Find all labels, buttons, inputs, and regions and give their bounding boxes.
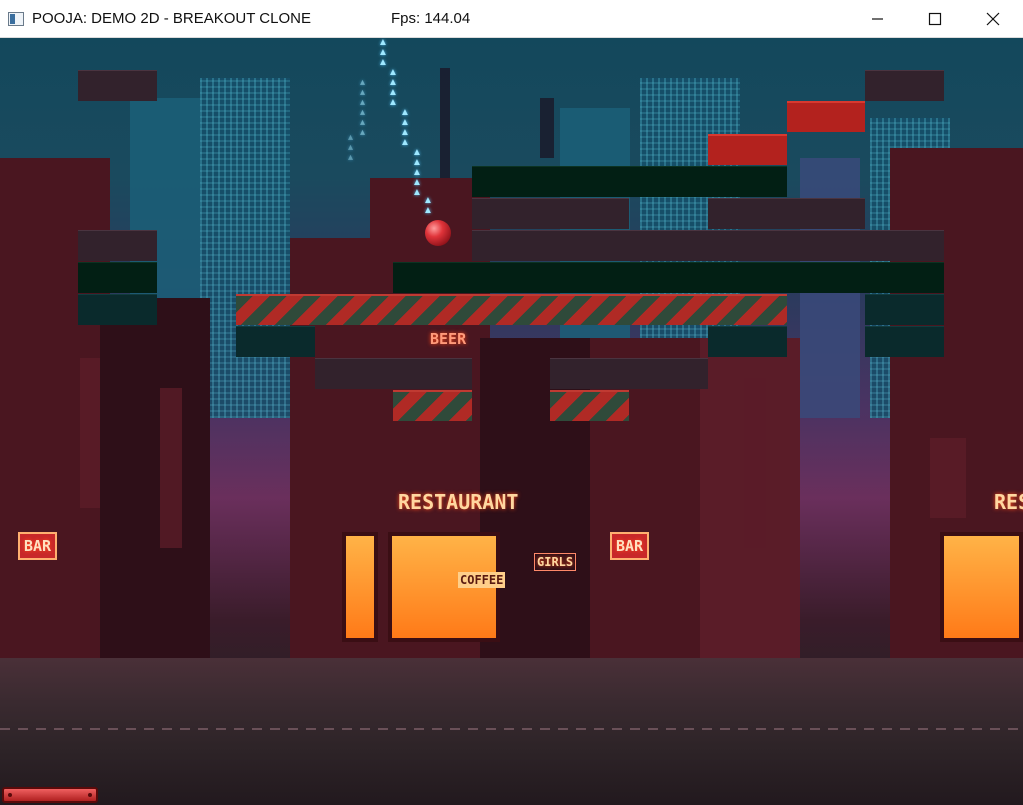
brick: [393, 262, 944, 293]
ball-trail: ▲ ▲ ▲ ▲ ▲: [412, 147, 422, 198]
minimize-button[interactable]: [849, 0, 907, 38]
brick: [865, 70, 944, 101]
window-title: POOJA: DEMO 2D - BREAKOUT CLONE: [32, 10, 311, 27]
brick-solid: [393, 390, 472, 421]
bar-sign-right: BAR: [610, 532, 650, 560]
brick: [708, 198, 865, 229]
ball-trail: ▲ ▲ ▲ ▲: [400, 107, 410, 148]
brick: [708, 326, 787, 357]
street: [0, 658, 1023, 805]
window-titlebar: POOJA: DEMO 2D - BREAKOUT CLONE Fps: 144…: [0, 0, 1023, 38]
brick: [865, 326, 944, 357]
rest-sign-partial: RES: [994, 490, 1023, 514]
bar-sign-left: BAR: [18, 532, 58, 560]
brick: [472, 230, 944, 261]
brick: [78, 262, 157, 293]
brick: [472, 198, 629, 229]
brick: [708, 134, 787, 165]
app-icon: [8, 12, 24, 26]
brick: [236, 326, 315, 357]
brick-solid: [236, 294, 787, 325]
ball: [425, 220, 451, 246]
city-background: RESTAURANT BAR BAR BEER GIRLS COFFEE RES: [0, 38, 1023, 805]
brick: [315, 358, 472, 389]
brick: [787, 101, 865, 132]
fps-counter: Fps: 144.04: [391, 10, 471, 27]
ball-trail: ▲ ▲ ▲: [378, 38, 388, 68]
ball-trail: ▴ ▴ ▴ ▴ ▴ ▴: [360, 77, 366, 138]
ball-trail: ▴ ▴ ▴: [348, 132, 354, 163]
brick-solid: [550, 390, 629, 421]
close-icon: [986, 12, 1000, 26]
ball-trail: ▲ ▲: [423, 195, 433, 216]
brick: [78, 70, 157, 101]
game-viewport[interactable]: RESTAURANT BAR BAR BEER GIRLS COFFEE RES…: [0, 38, 1023, 805]
girls-sign: GIRLS: [534, 553, 577, 571]
maximize-button[interactable]: [906, 0, 964, 38]
close-button[interactable]: [964, 0, 1022, 38]
brick: [472, 166, 787, 197]
minimize-icon: [872, 18, 883, 20]
coffee-sign: COFFEE: [458, 572, 506, 588]
ball-trail: ▲ ▲ ▲ ▲: [388, 67, 398, 108]
brick: [865, 294, 944, 325]
maximize-icon: [928, 12, 942, 26]
brick: [78, 230, 157, 261]
brick: [78, 294, 157, 325]
beer-sign: BEER: [430, 330, 467, 348]
paddle[interactable]: [2, 787, 98, 803]
brick: [550, 358, 708, 389]
restaurant-sign: RESTAURANT: [398, 490, 519, 514]
